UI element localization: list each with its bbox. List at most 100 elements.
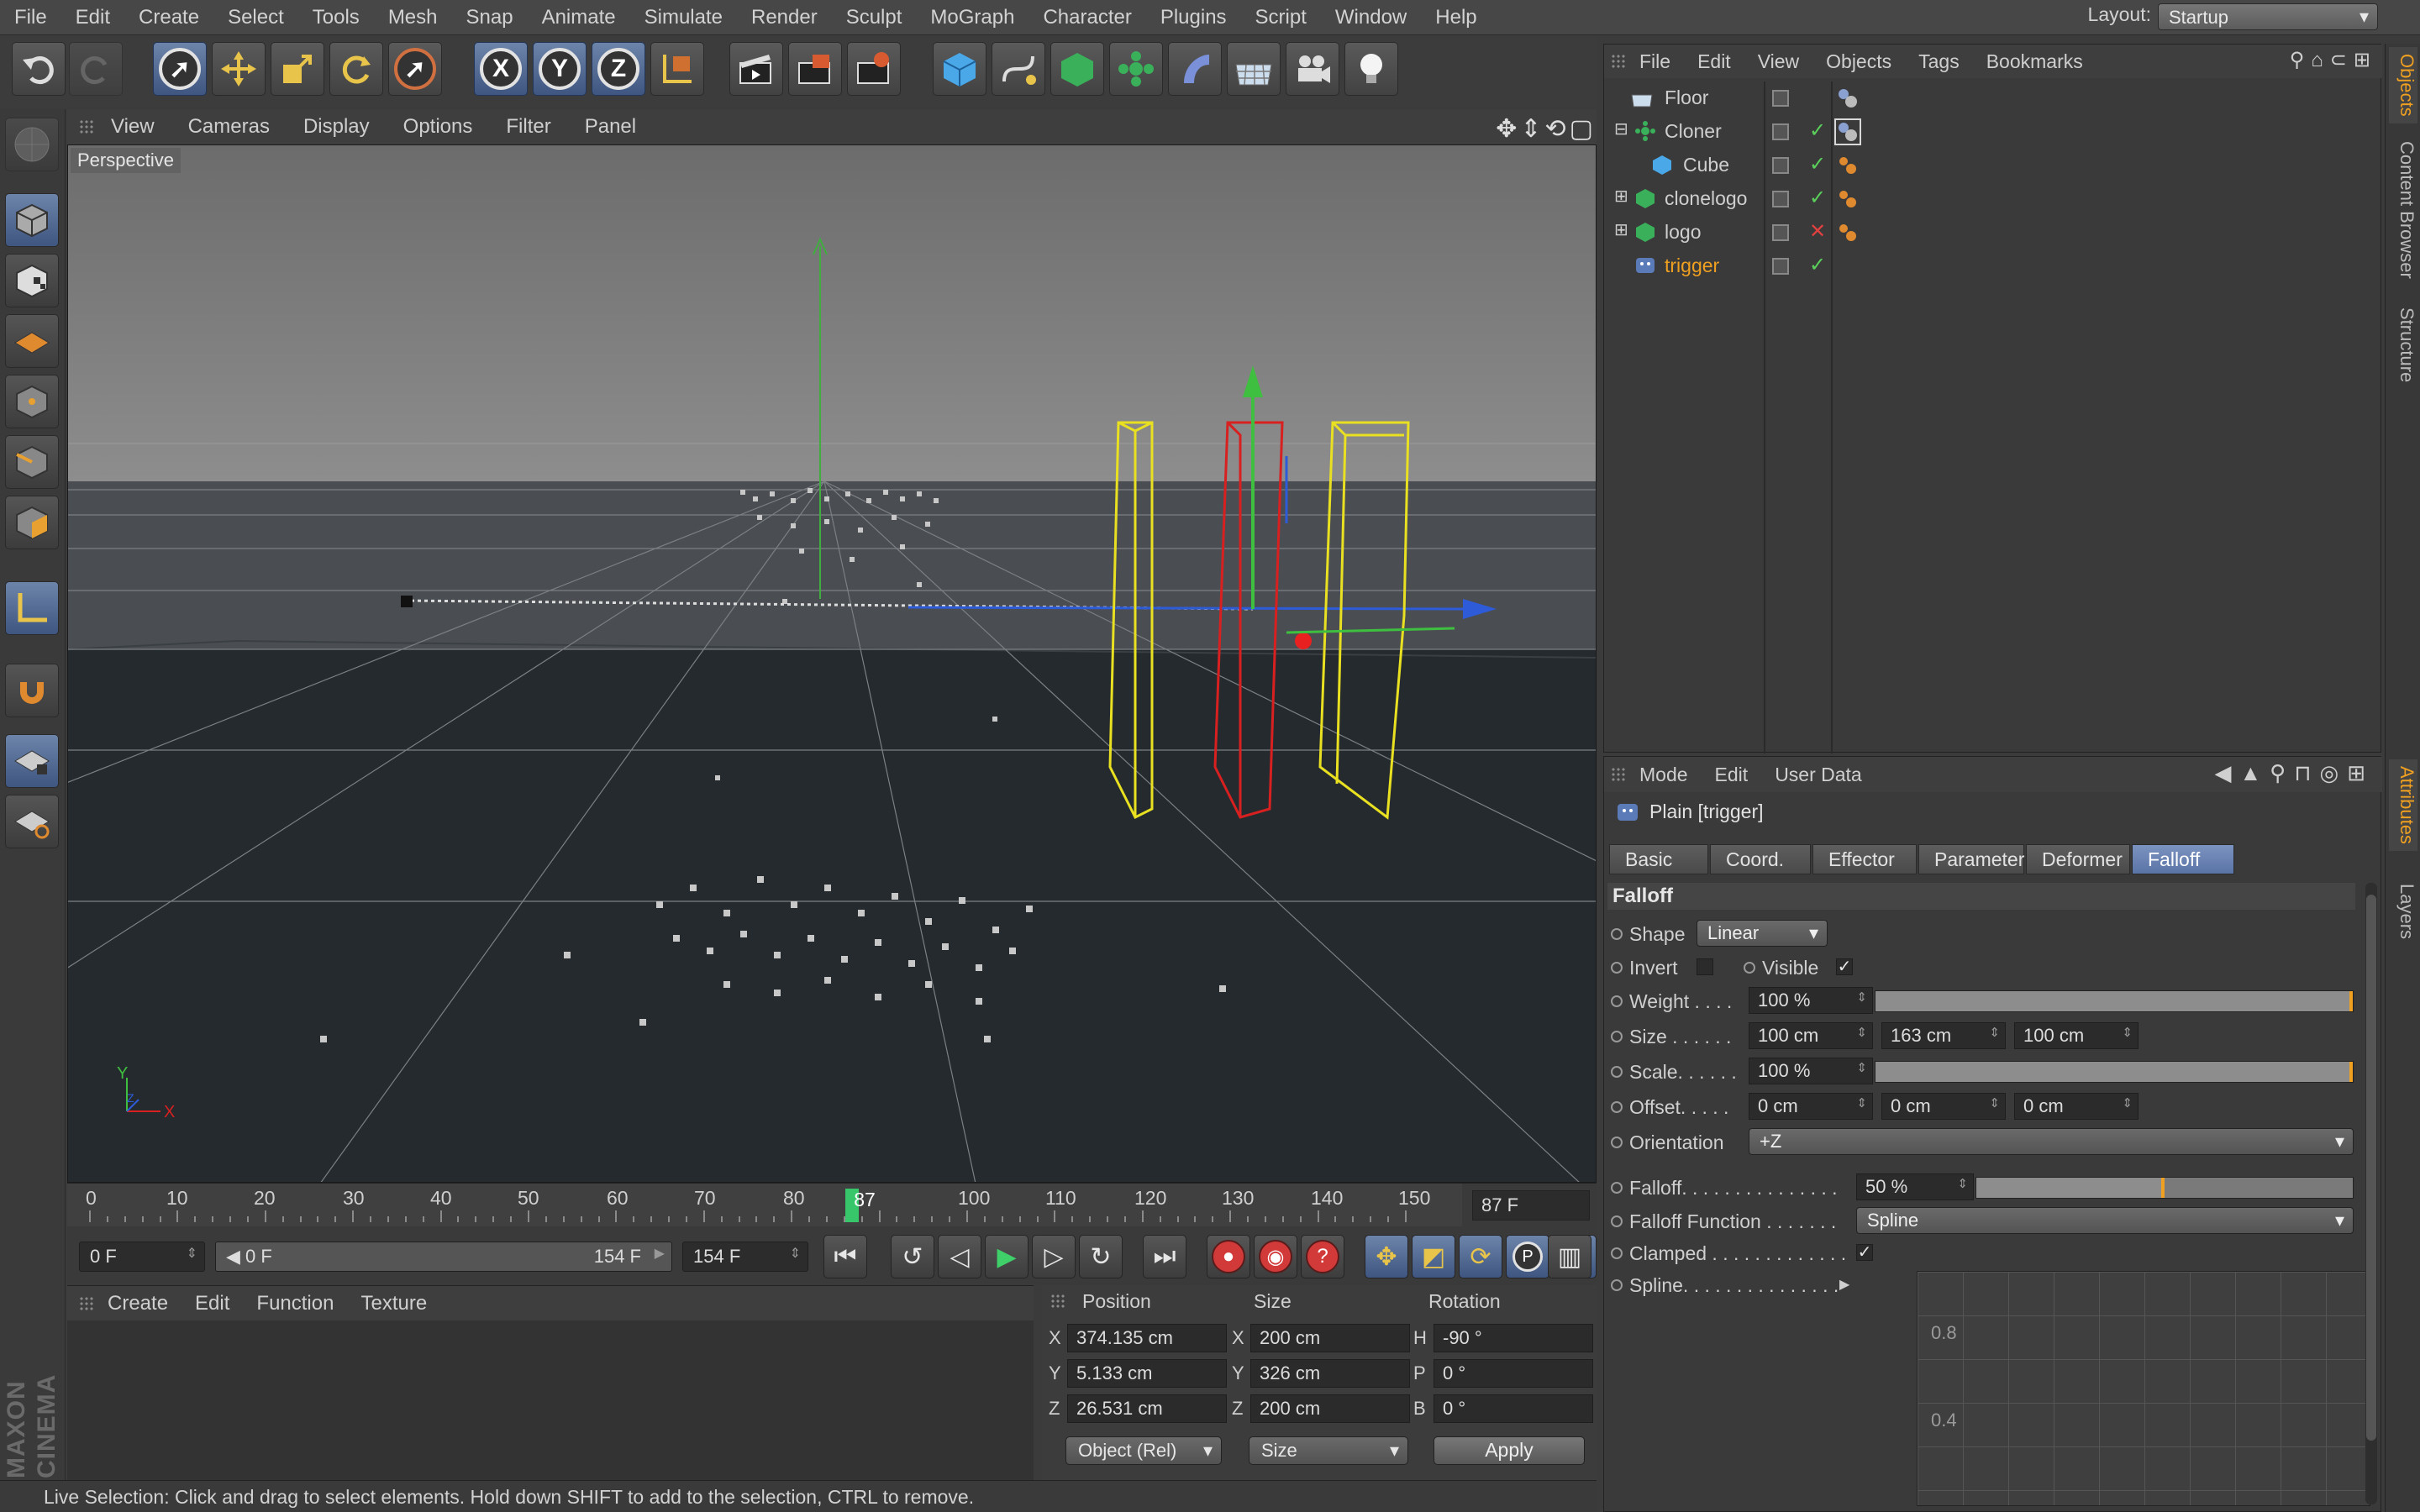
tab-objects[interactable]: Objects (2389, 47, 2417, 123)
camera-button[interactable] (1286, 42, 1339, 96)
tab-falloff[interactable]: Falloff (2132, 844, 2234, 874)
viewport-menu-panel[interactable]: Panel (568, 115, 653, 139)
rotate-button[interactable] (329, 42, 383, 96)
light-button[interactable] (1344, 42, 1398, 96)
layer-swatch[interactable] (1772, 90, 1789, 107)
key-parameter-button[interactable]: P (1506, 1235, 1549, 1278)
home-icon[interactable]: ⌂ (2311, 49, 2330, 71)
spline-pen-button[interactable] (992, 42, 1045, 96)
rotation-b-field[interactable]: 0 ° (1434, 1394, 1593, 1423)
animate-dot[interactable] (1611, 1066, 1623, 1078)
key-scale-button[interactable]: ◩ (1412, 1235, 1455, 1278)
phong-tag-icon[interactable] (1836, 221, 1860, 244)
viewport-menu-view[interactable]: View (94, 115, 171, 139)
objects-menu-edit[interactable]: Edit (1684, 50, 1744, 73)
expand-icon[interactable]: ⊞ (1614, 186, 1628, 207)
rotation-p-field[interactable]: 0 ° (1434, 1359, 1593, 1388)
autokeying-button[interactable]: ◉ (1254, 1235, 1297, 1278)
tab-content-browser[interactable]: Content Browser (2389, 134, 2417, 286)
size-z-field[interactable]: 200 cm (1250, 1394, 1410, 1423)
object-row-clonelogo[interactable]: ⊞ clonelogo ✓ (1604, 182, 2382, 216)
axis-mode-button[interactable] (5, 581, 59, 635)
menu-character[interactable]: Character (1028, 6, 1145, 29)
animate-dot[interactable] (1611, 1137, 1623, 1148)
enabled-check-icon[interactable]: ✓ (1809, 253, 1826, 277)
search-icon[interactable]: ⚲ (2270, 760, 2294, 785)
orientation-dropdown[interactable]: +Z (1749, 1128, 2354, 1155)
texture-tag-icon[interactable] (1836, 87, 1860, 110)
coordinate-system-button[interactable] (650, 42, 704, 96)
coordinate-mode-dropdown[interactable]: Object (Rel) (1065, 1436, 1222, 1465)
animate-dot[interactable] (1611, 1215, 1623, 1227)
menu-mograph[interactable]: MoGraph (916, 6, 1028, 29)
enabled-check-icon[interactable]: ✓ (1809, 152, 1826, 176)
tab-parameter[interactable]: Parameter (1918, 844, 2024, 874)
object-row-floor[interactable]: Floor (1604, 81, 2382, 115)
object-row-cube[interactable]: Cube ✓ (1604, 149, 2382, 182)
enabled-check-icon[interactable]: ✓ (1809, 118, 1826, 143)
next-frame-button[interactable]: ▷ (1032, 1235, 1076, 1278)
x-axis-button[interactable]: X (474, 42, 528, 96)
attr-menu-user-data[interactable]: User Data (1761, 764, 1876, 786)
make-editable-button[interactable] (5, 118, 59, 171)
new-window-icon[interactable]: ⊞ (2354, 49, 2377, 71)
attribute-scrollbar[interactable] (2365, 883, 2377, 1504)
tab-structure[interactable]: Structure (2389, 301, 2417, 389)
viewport-menu-display[interactable]: Display (287, 115, 387, 139)
disabled-x-icon[interactable]: ✕ (1809, 219, 1826, 244)
viewport-menu-filter[interactable]: Filter (489, 115, 567, 139)
material-menu-create[interactable]: Create (94, 1292, 182, 1315)
play-button[interactable]: ▶ (985, 1235, 1028, 1278)
render-settings-button[interactable] (847, 42, 901, 96)
menu-snap[interactable]: Snap (452, 6, 528, 29)
material-menu-edit[interactable]: Edit (182, 1292, 243, 1315)
object-row-trigger[interactable]: trigger ✓ (1604, 249, 2382, 283)
polygons-mode-button[interactable] (5, 496, 59, 549)
tab-basic[interactable]: Basic (1609, 844, 1708, 874)
snap-button[interactable] (5, 664, 59, 717)
size-mode-dropdown[interactable]: Size (1249, 1436, 1408, 1465)
layer-swatch[interactable] (1772, 123, 1789, 140)
offset-z-field[interactable]: 0 cm ⇕ (2014, 1093, 2139, 1120)
material-menu-function[interactable]: Function (243, 1292, 347, 1315)
viewport-menu-cameras[interactable]: Cameras (171, 115, 287, 139)
move-button[interactable] (212, 42, 266, 96)
animate-dot[interactable] (1611, 1182, 1623, 1194)
keyframe-selection-button[interactable]: ? (1301, 1235, 1344, 1278)
invert-checkbox[interactable] (1697, 958, 1713, 975)
offset-y-field[interactable]: 0 cm ⇕ (1881, 1093, 2006, 1120)
record-keys-button[interactable]: ● (1207, 1235, 1250, 1278)
shape-dropdown[interactable]: Linear (1697, 920, 1828, 947)
target-icon[interactable]: ◎ (2320, 760, 2348, 785)
current-frame-field[interactable]: 87 F (1472, 1190, 1590, 1221)
layer-swatch[interactable] (1772, 224, 1789, 241)
floor-button[interactable] (1227, 42, 1281, 96)
animate-dot[interactable] (1611, 1101, 1623, 1113)
texture-mode-button[interactable] (5, 254, 59, 307)
rotation-h-field[interactable]: -90 ° (1434, 1324, 1593, 1352)
live-selection-button[interactable]: ➚ (153, 42, 207, 96)
menu-select[interactable]: Select (213, 6, 298, 29)
tab-deformer[interactable]: Deformer (2026, 844, 2130, 874)
apply-button[interactable]: Apply (1434, 1436, 1585, 1465)
menu-window[interactable]: Window (1321, 6, 1421, 29)
menu-edit[interactable]: Edit (61, 6, 124, 29)
menu-help[interactable]: Help (1421, 6, 1491, 29)
object-manager-tools[interactable]: ⚲⌂⊂⊞ (2290, 48, 2377, 72)
next-key-button[interactable]: ↻ (1079, 1235, 1123, 1278)
recent-tool-button[interactable]: ➚ (388, 42, 442, 96)
planar-workplane-button[interactable] (5, 795, 59, 848)
weight-slider[interactable] (1875, 990, 2354, 1012)
layer-swatch[interactable] (1772, 191, 1789, 207)
new-window-icon[interactable]: ⊞ (2347, 760, 2374, 785)
perspective-viewport[interactable]: Y X Z (67, 144, 1597, 1183)
go-to-end-button[interactable]: ⏭ (1143, 1235, 1186, 1278)
viewport-menu-options[interactable]: Options (387, 115, 490, 139)
menu-mesh[interactable]: Mesh (374, 6, 452, 29)
menu-tools[interactable]: Tools (298, 6, 374, 29)
phong-tag-icon[interactable] (1836, 154, 1860, 177)
menu-animate[interactable]: Animate (528, 6, 630, 29)
falloff-slider[interactable] (1975, 1177, 2354, 1199)
menu-create[interactable]: Create (124, 6, 213, 29)
position-z-field[interactable]: 26.531 cm (1067, 1394, 1227, 1423)
